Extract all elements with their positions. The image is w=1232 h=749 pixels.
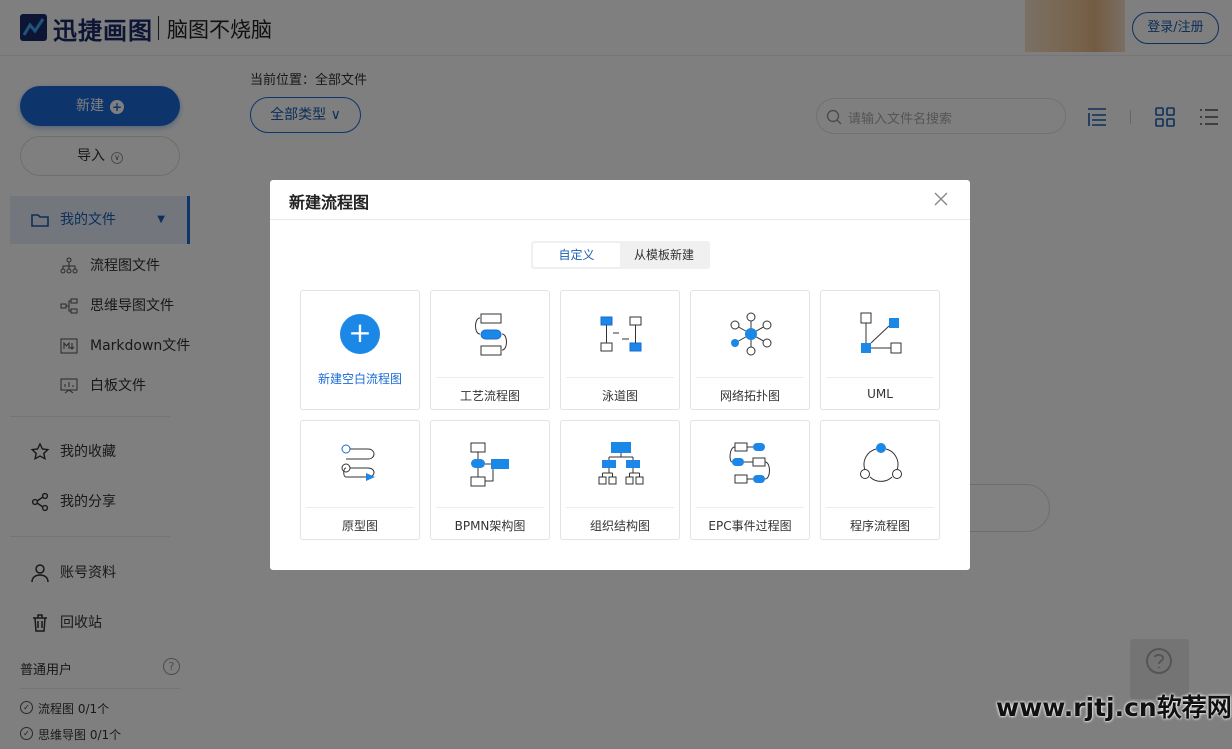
card-program-flow[interactable]: 程序流程图	[820, 420, 940, 540]
org-chart-icon	[598, 442, 644, 485]
uml-icon	[860, 312, 902, 354]
program-flow-icon	[860, 443, 902, 482]
new-flowchart-dialog: 新建流程图 自定义 从模板新建 + 新建空白流程图 工艺流程图 泳道图 网络拓扑…	[270, 180, 970, 570]
card-divider	[566, 377, 674, 378]
card-network-topology[interactable]: 网络拓扑图	[690, 290, 810, 410]
card-divider	[436, 377, 544, 378]
card-divider	[306, 507, 414, 508]
network-topology-icon	[730, 312, 772, 356]
card-label: 新建空白流程图	[317, 372, 402, 386]
bpmn-icon	[470, 442, 509, 487]
card-divider	[696, 507, 804, 508]
card-label: UML	[867, 387, 893, 401]
card-divider	[696, 377, 804, 378]
card-label: 组织结构图	[589, 519, 650, 533]
card-divider	[826, 377, 934, 378]
card-org-chart[interactable]: 组织结构图	[560, 420, 680, 540]
card-label: 泳道图	[601, 389, 638, 403]
process-flow-icon	[475, 313, 507, 356]
card-label: 原型图	[341, 519, 378, 533]
card-label: 网络拓扑图	[719, 389, 780, 403]
site-watermark: www.rjtj.cn软荐网	[996, 693, 1232, 722]
card-swimlane[interactable]: 泳道图	[560, 290, 680, 410]
card-divider	[436, 507, 544, 508]
card-uml[interactable]: UML	[820, 290, 940, 410]
card-divider	[826, 507, 934, 508]
epc-icon	[729, 442, 770, 484]
dialog-tabs: 自定义 从模板新建	[531, 241, 710, 269]
card-epc[interactable]: EPC事件过程图	[690, 420, 810, 540]
tab-custom[interactable]: 自定义	[533, 243, 620, 267]
card-label: 工艺流程图	[459, 389, 520, 403]
card-divider	[566, 507, 674, 508]
card-label: 程序流程图	[849, 519, 910, 533]
tab-from-template[interactable]: 从模板新建	[620, 243, 708, 267]
card-process-flow[interactable]: 工艺流程图	[430, 290, 550, 410]
plus-circle-icon: +	[340, 314, 380, 354]
card-bpmn[interactable]: BPMN架构图	[430, 420, 550, 540]
card-new-blank[interactable]: + 新建空白流程图	[300, 290, 420, 410]
swimlane-icon	[600, 316, 642, 352]
prototype-icon	[341, 444, 375, 481]
dialog-title: 新建流程图	[289, 193, 370, 212]
card-label: BPMN架构图	[454, 519, 526, 533]
card-prototype[interactable]: 原型图	[300, 420, 420, 540]
close-icon[interactable]	[931, 189, 951, 209]
card-label: EPC事件过程图	[708, 519, 792, 533]
dialog-header: 新建流程图	[270, 180, 970, 220]
